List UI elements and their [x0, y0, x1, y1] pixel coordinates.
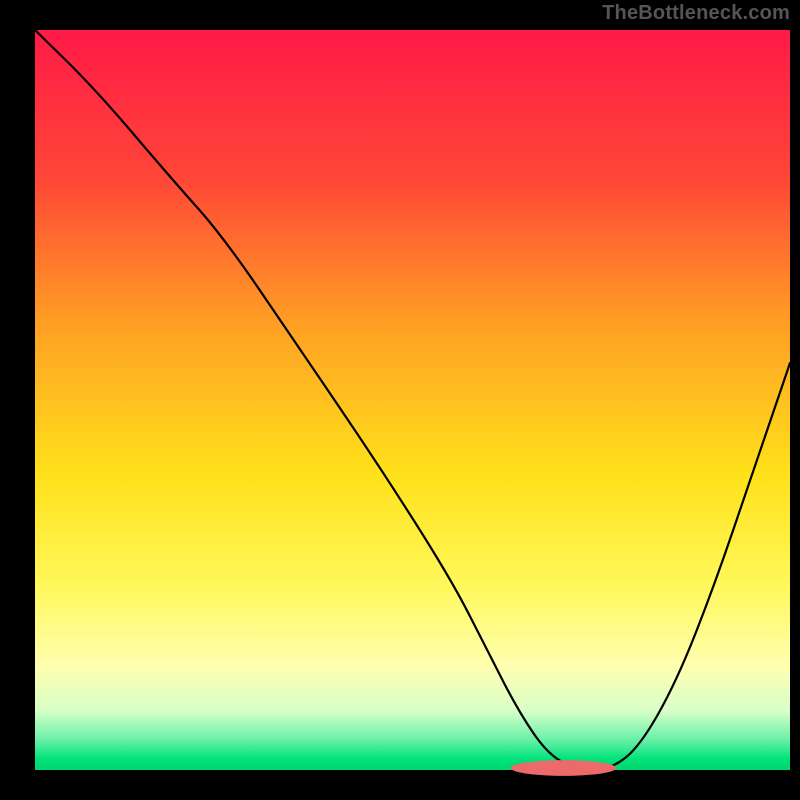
chart-frame: TheBottleneck.com [0, 0, 800, 800]
gradient-background [35, 30, 790, 770]
watermark-text: TheBottleneck.com [602, 2, 790, 25]
optimum-marker [511, 760, 617, 776]
bottleneck-chart [0, 0, 800, 800]
baseline-strip [35, 764, 790, 770]
